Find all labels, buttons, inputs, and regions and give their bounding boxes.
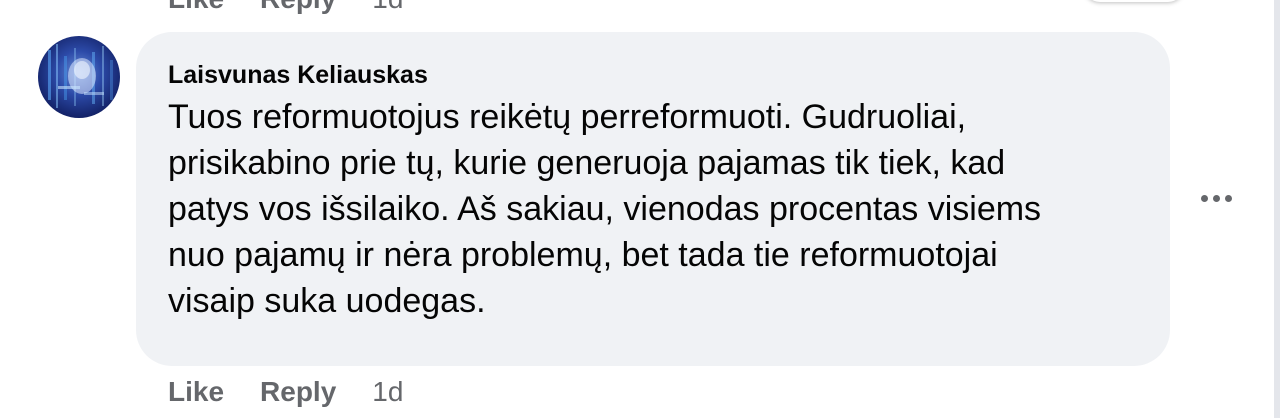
dot-icon xyxy=(1212,194,1220,202)
comment-text-line: Tuos reformuotojus reikėtų perreformuoti… xyxy=(168,98,967,136)
comment-text-line: patys vos išsilaiko. Aš sakiau, vienodas… xyxy=(168,190,1042,228)
comment-timestamp[interactable]: 1d xyxy=(372,376,403,408)
like-link[interactable]: Like xyxy=(168,376,224,408)
reply-link[interactable]: Reply xyxy=(260,376,336,408)
comment-text-line: prisikabino prie tų, kurie generuoja paj… xyxy=(168,144,1006,182)
previous-like-link[interactable]: Like xyxy=(168,0,224,15)
comment-actions: Like Reply 1d xyxy=(168,372,403,412)
dot-icon xyxy=(1224,194,1232,202)
avatar[interactable] xyxy=(38,36,120,118)
comment-text-line: visaip suka uodegas. xyxy=(168,282,486,320)
previous-comment-actions: Like Reply 1d xyxy=(168,0,403,16)
avatar-image-icon xyxy=(38,36,120,118)
reaction-summary-pill[interactable] xyxy=(1084,0,1184,2)
previous-reply-link[interactable]: Reply xyxy=(260,0,336,15)
dot-icon xyxy=(1200,194,1208,202)
more-options-icon[interactable] xyxy=(1194,180,1238,216)
previous-timestamp[interactable]: 1d xyxy=(372,0,403,15)
scrollbar-track[interactable] xyxy=(1274,0,1280,418)
comment-text-line: nuo pajamų ir nėra problemų, bet tada ti… xyxy=(168,236,998,274)
comment-bubble: Laisvunas Keliauskas Tuos reformuotojus … xyxy=(136,32,1170,366)
comment-text: Tuos reformuotojus reikėtų perreformuoti… xyxy=(168,94,1140,324)
comment-author[interactable]: Laisvunas Keliauskas xyxy=(168,58,1140,92)
